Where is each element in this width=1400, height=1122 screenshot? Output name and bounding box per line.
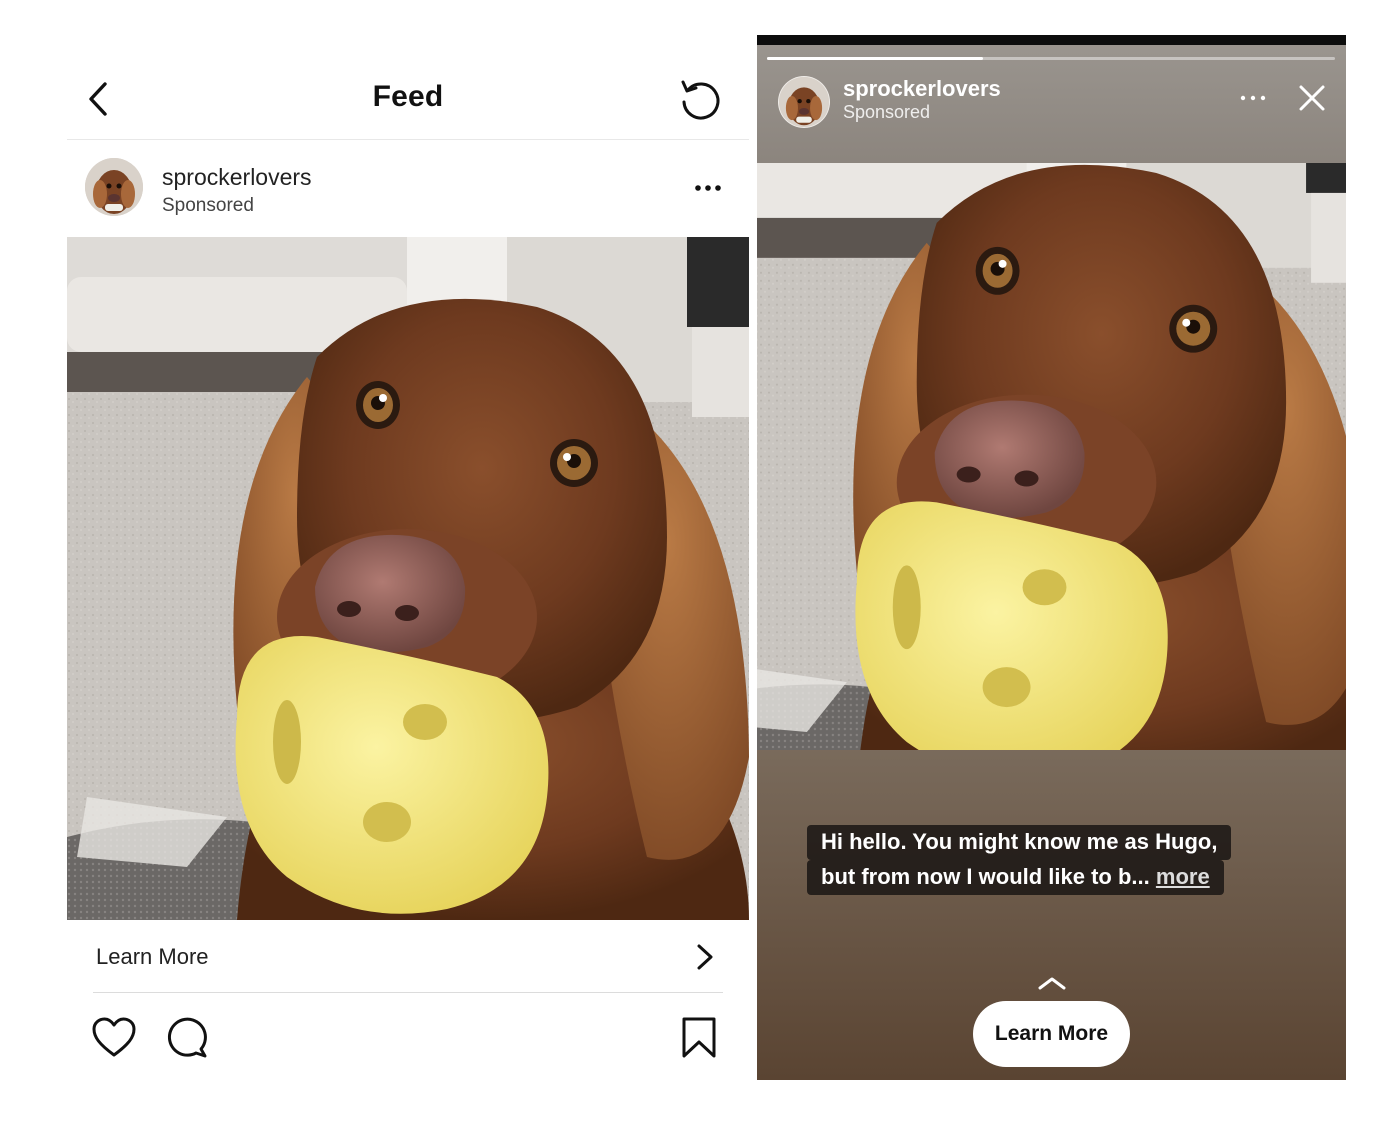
feed-post-panel: Feed sprockerlovers Sponsored Learn More [67, 60, 749, 1090]
story-progress-fill [767, 57, 983, 60]
caption-line-2-text: but from now I would like to b... [821, 864, 1150, 889]
chevron-right-icon [697, 944, 713, 970]
caption-line-1: Hi hello. You might know me as Hugo, [807, 825, 1232, 860]
story-caption: Hi hello. You might know me as Hugo, but… [807, 825, 1277, 895]
bookmark-icon [682, 1017, 716, 1058]
caption-more-link[interactable]: more [1156, 864, 1210, 889]
post-actions [67, 1008, 749, 1068]
learn-more-row[interactable]: Learn More [93, 920, 723, 993]
more-horizontal-icon [695, 185, 721, 191]
post-image[interactable] [67, 237, 749, 920]
avatar[interactable] [85, 158, 143, 216]
post-username[interactable]: sprockerlovers [162, 164, 312, 191]
chevron-up-icon [1038, 977, 1066, 990]
story-learn-more-button[interactable]: Learn More [973, 1001, 1130, 1067]
comment-button[interactable] [165, 1016, 209, 1060]
story-avatar[interactable] [778, 76, 830, 128]
feed-header: Feed [67, 60, 749, 140]
dog-photo [67, 237, 749, 920]
refresh-icon [681, 80, 720, 120]
story-ad-panel: sprockerlovers Sponsored Hi hello. You m… [757, 35, 1346, 1080]
dog-photo [757, 163, 1346, 750]
post-header: sprockerlovers Sponsored [67, 140, 749, 237]
dog-avatar-image [779, 77, 829, 127]
comment-icon [167, 1017, 207, 1058]
caption-line-2: but from now I would like to b... more [807, 860, 1224, 895]
story-close-button[interactable] [1297, 83, 1327, 113]
refresh-button[interactable] [677, 76, 723, 122]
story-sponsored-label: Sponsored [843, 102, 931, 122]
close-icon [1299, 85, 1325, 111]
more-horizontal-icon [1240, 95, 1266, 101]
page-title: Feed [372, 80, 444, 113]
story-more-options-button[interactable] [1239, 90, 1267, 106]
dog-avatar-image [85, 158, 143, 216]
story-username[interactable]: sprockerlovers [843, 76, 1001, 102]
learn-more-label: Learn More [96, 944, 209, 969]
story-image[interactable] [757, 163, 1346, 750]
heart-icon [92, 1017, 136, 1057]
more-options-button[interactable] [693, 178, 723, 198]
story-progress-bar [767, 57, 1335, 60]
story-top-bar [757, 35, 1346, 45]
save-button[interactable] [679, 1016, 719, 1060]
like-button[interactable] [91, 1016, 137, 1060]
sponsored-label: Sponsored [162, 195, 254, 216]
